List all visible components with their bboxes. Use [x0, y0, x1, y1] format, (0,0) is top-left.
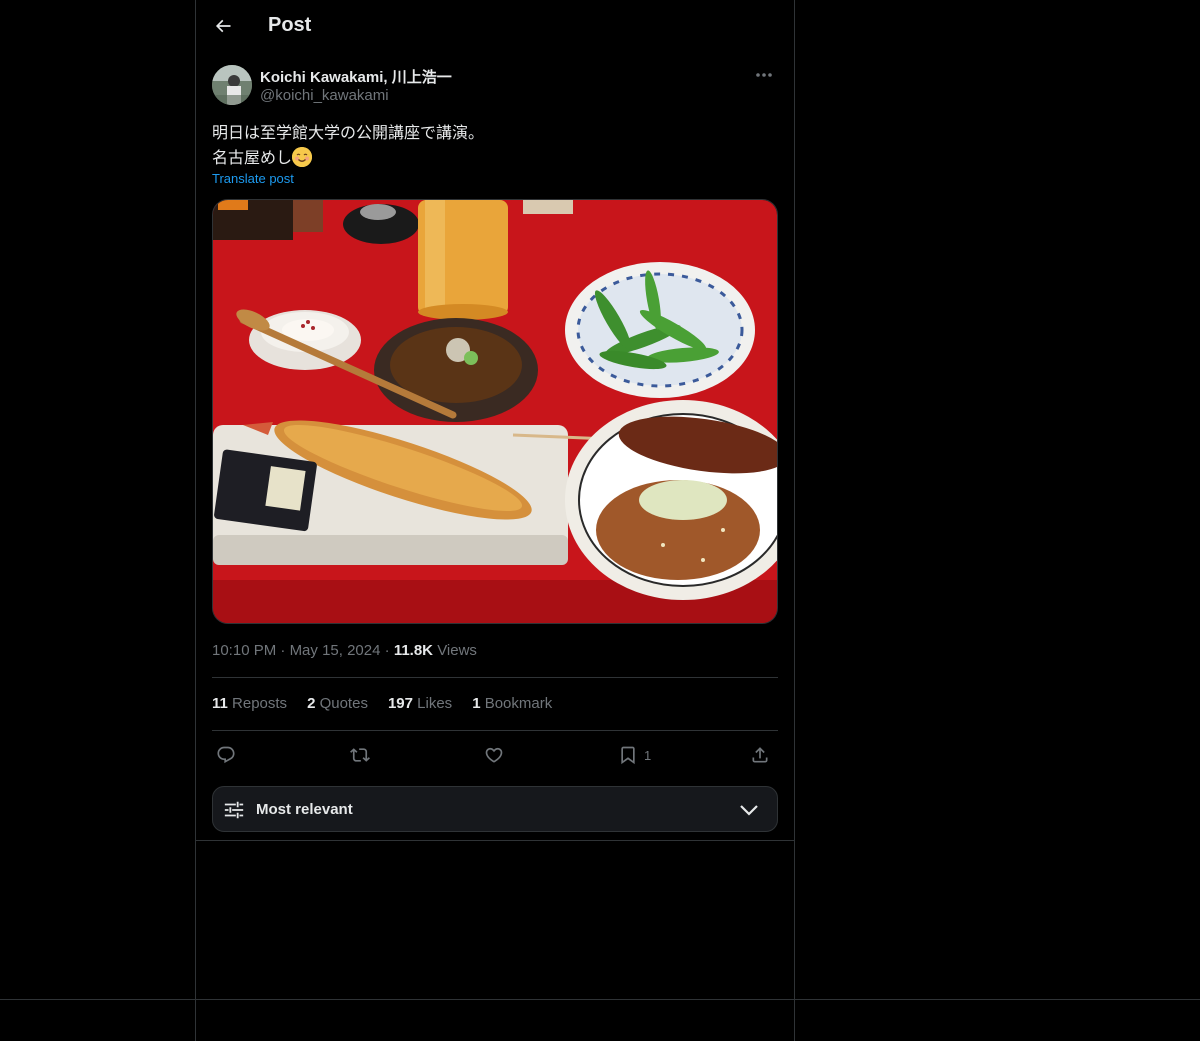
- bookmark-count: 1: [644, 747, 652, 763]
- post-column: Post Koichi Kawakami, 川上浩一 @koichi_kawak…: [196, 0, 794, 841]
- meta-separator: ·: [384, 642, 390, 659]
- more-options-button[interactable]: [752, 65, 776, 85]
- chevron-down-icon: [740, 805, 758, 816]
- views-count: 11.8K: [393, 642, 434, 659]
- bottom-divider: [0, 999, 1200, 1000]
- more-horizontal-icon: [756, 73, 772, 77]
- post-text: 明日は至学館大学の公開講座で講演。 名古屋めし: [212, 120, 778, 170]
- bookmarks-stat[interactable]: 1 Bookmark: [472, 695, 552, 712]
- share-icon: [752, 747, 768, 763]
- repost-button[interactable]: [350, 740, 370, 770]
- quotes-label: Quotes: [319, 695, 368, 712]
- post-text-line-2: 名古屋めし: [212, 145, 778, 170]
- reposts-count: 11: [212, 695, 228, 712]
- post-time[interactable]: 10:10 PM: [212, 642, 276, 659]
- likes-count: 197: [387, 695, 413, 712]
- post-author: Koichi Kawakami, 川上浩一 @koichi_kawakami: [212, 65, 778, 107]
- heart-icon: [485, 747, 503, 763]
- author-handle[interactable]: @koichi_kawakami: [260, 87, 389, 104]
- bookmark-icon: [621, 746, 635, 765]
- post-header: Post: [196, 0, 794, 54]
- bookmarks-label: Bookmark: [484, 695, 553, 712]
- food-photo-image: [213, 200, 777, 623]
- reply-sort-dropdown[interactable]: Most relevant: [212, 786, 778, 832]
- reply-icon: [217, 746, 235, 764]
- quotes-count: 2: [307, 695, 316, 712]
- meta-separator: ·: [280, 642, 286, 659]
- avatar[interactable]: [212, 65, 252, 105]
- bookmark-button[interactable]: 1: [618, 740, 651, 770]
- reposts-stat[interactable]: 11 Reposts: [212, 695, 287, 712]
- divider: [212, 730, 778, 731]
- right-column-border: [794, 0, 795, 1041]
- like-button[interactable]: [484, 740, 504, 770]
- page-title: Post: [268, 14, 312, 36]
- views-label: Views: [437, 642, 477, 659]
- post-date[interactable]: May 15, 2024: [290, 642, 381, 659]
- filter-sliders-icon: [224, 801, 244, 819]
- repost-icon: [350, 748, 370, 762]
- post-meta: 10:10 PM · May 15, 2024 · 11.8K Views: [212, 642, 477, 659]
- left-column-border: [195, 0, 196, 1041]
- translate-post-link[interactable]: Translate post: [212, 171, 294, 186]
- avatar-image: [212, 65, 252, 105]
- post-photo[interactable]: [212, 199, 778, 624]
- sort-label: Most relevant: [256, 801, 353, 818]
- likes-label: Likes: [417, 695, 453, 712]
- likes-stat[interactable]: 197 Likes: [388, 695, 452, 712]
- back-button[interactable]: [208, 11, 238, 41]
- smiling-face-emoji-icon: [292, 147, 313, 167]
- reply-button[interactable]: [216, 740, 236, 770]
- divider: [196, 840, 794, 841]
- reposts-label: Reposts: [232, 695, 288, 712]
- divider: [212, 677, 778, 678]
- bookmarks-count: 1: [472, 695, 481, 712]
- author-name[interactable]: Koichi Kawakami, 川上浩一: [260, 66, 452, 87]
- arrow-left-icon: [215, 19, 231, 33]
- quotes-stat[interactable]: 2 Quotes: [307, 695, 368, 712]
- post-text-line-1: 明日は至学館大学の公開講座で講演。: [212, 123, 485, 142]
- post-text-line-2-text: 名古屋めし: [212, 148, 293, 167]
- post-actions: 1: [212, 740, 778, 770]
- post-stats: 11 Reposts 2 Quotes 197 Likes 1 Bookmark: [212, 695, 552, 712]
- share-button[interactable]: [750, 740, 770, 770]
